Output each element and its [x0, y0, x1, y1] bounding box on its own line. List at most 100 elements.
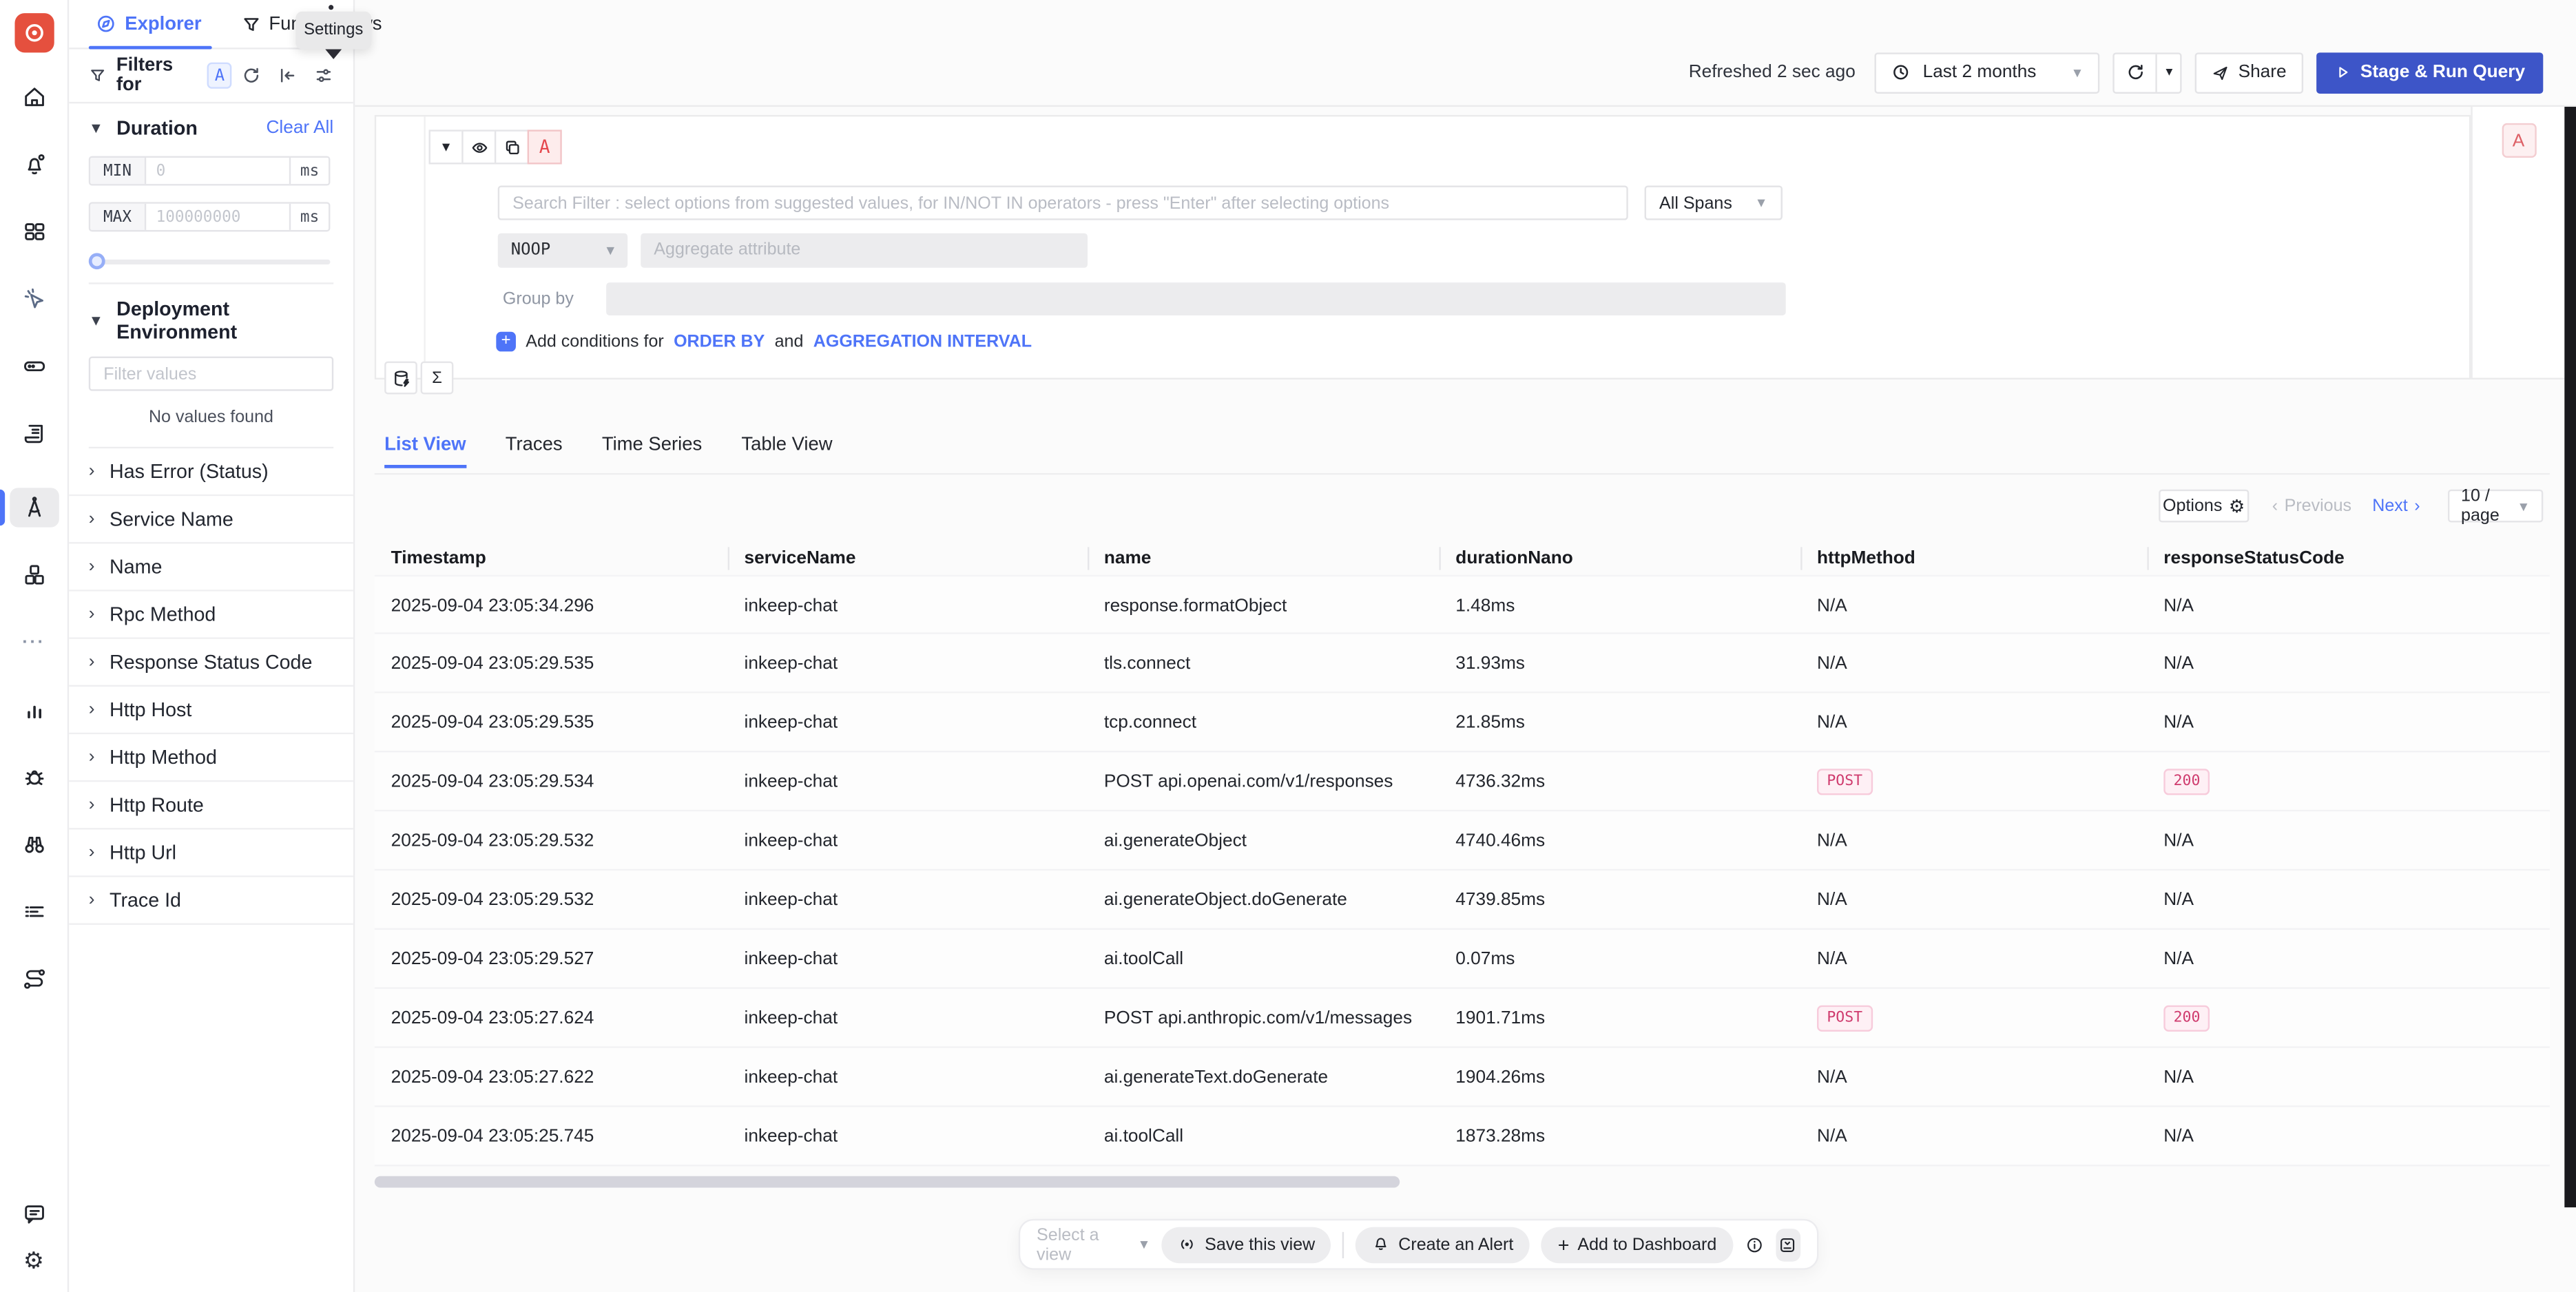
add-to-dashboard-button[interactable]: + Add to Dashboard: [1541, 1227, 1733, 1262]
collapse-query-button[interactable]: ▼: [429, 129, 464, 164]
info-icon[interactable]: [1745, 1234, 1765, 1254]
filter-section-http-route[interactable]: › Http Route: [69, 782, 353, 829]
collapse-sidebar-icon[interactable]: [278, 65, 298, 85]
signoz-traces-explorer: ··· ⚙ Explorer Funnels Views Settings: [0, 0, 2576, 1292]
filter-section-http-method[interactable]: › Http Method: [69, 734, 353, 782]
plus-icon[interactable]: +: [496, 332, 516, 352]
slider-track: [89, 259, 331, 264]
table-row[interactable]: 2025-09-04 23:05:34.296 inkeep-chat resp…: [375, 575, 2550, 634]
page-size-select[interactable]: 10 / page ▼: [2448, 490, 2543, 523]
previous-page-button[interactable]: ‹Previous: [2272, 490, 2351, 523]
table-body: 2025-09-04 23:05:34.296 inkeep-chat resp…: [375, 575, 2550, 1167]
table-row[interactable]: 2025-09-04 23:05:29.532 inkeep-chat ai.g…: [375, 811, 2550, 871]
table-row[interactable]: 2025-09-04 23:05:27.622 inkeep-chat ai.g…: [375, 1048, 2550, 1107]
select-view-dropdown[interactable]: Select a view ▼: [1037, 1225, 1150, 1264]
filter-section-http-host[interactable]: › Http Host: [69, 687, 353, 734]
chevron-down-icon[interactable]: ▼: [89, 313, 103, 327]
duration-max-input[interactable]: [146, 204, 289, 230]
save-view-button[interactable]: Save this view: [1162, 1227, 1331, 1262]
feedback-chat-icon[interactable]: [21, 1201, 47, 1227]
refresh-button[interactable]: [2115, 54, 2157, 92]
more-dots-icon[interactable]: ···: [22, 629, 45, 656]
cell-responsestatuscode: N/A: [2163, 576, 2194, 636]
traces-compass-icon[interactable]: [9, 488, 59, 527]
deployment-filter-input[interactable]: [89, 357, 333, 391]
filter-section-rpc-method[interactable]: › Rpc Method: [69, 592, 353, 639]
database-bolt-icon: [390, 367, 411, 388]
formula-sigma-button[interactable]: Σ: [421, 362, 454, 395]
slider-handle[interactable]: [89, 253, 105, 269]
table-row[interactable]: 2025-09-04 23:05:29.535 inkeep-chat tcp.…: [375, 694, 2550, 753]
infrastructure-server-icon[interactable]: [21, 353, 47, 379]
filter-section-response-status-code[interactable]: › Response Status Code: [69, 639, 353, 687]
duration-min-input[interactable]: [146, 158, 289, 184]
tab-table-view[interactable]: Table View: [741, 435, 832, 468]
page-scrollbar[interactable]: [2564, 107, 2576, 1207]
table-row[interactable]: 2025-09-04 23:05:29.535 inkeep-chat tls.…: [375, 634, 2550, 694]
duration-min-row: MIN ms: [89, 156, 331, 186]
create-alert-button[interactable]: Create an Alert: [1355, 1227, 1530, 1262]
alerts-bell-icon[interactable]: [21, 151, 47, 177]
order-by-link[interactable]: ORDER BY: [674, 332, 765, 352]
clone-query-button[interactable]: [495, 129, 529, 164]
next-page-button[interactable]: Next›: [2372, 490, 2420, 523]
home-icon[interactable]: [21, 84, 47, 110]
tab-time-series[interactable]: Time Series: [602, 435, 702, 468]
table-row[interactable]: 2025-09-04 23:05:29.532 inkeep-chat ai.g…: [375, 871, 2550, 930]
signoz-logo-icon[interactable]: [14, 13, 53, 52]
aggregate-operator-select[interactable]: NOOP ▼: [498, 233, 627, 268]
dashboards-grid-icon[interactable]: [21, 218, 47, 244]
query-a-badge[interactable]: A: [208, 63, 232, 89]
settings-gear-icon[interactable]: ⚙: [23, 1247, 44, 1273]
refresh-dropdown-button[interactable]: ▼: [2156, 54, 2181, 92]
table-row[interactable]: 2025-09-04 23:05:25.745 inkeep-chat ai.t…: [375, 1107, 2550, 1167]
query-visibility-eye-icon[interactable]: [461, 129, 496, 164]
max-unit: ms: [289, 204, 329, 230]
search-filter-input[interactable]: [498, 186, 1628, 220]
logs-scroll-icon[interactable]: [21, 421, 47, 447]
group-by-label: Group by: [503, 282, 574, 315]
span-scope-select[interactable]: All Spans ▼: [1645, 186, 1783, 220]
integrations-cubes-icon[interactable]: [21, 562, 47, 588]
explore-binoculars-icon[interactable]: [21, 831, 47, 857]
sync-filters-icon[interactable]: [242, 65, 262, 85]
panel-a-badge[interactable]: A: [2501, 123, 2535, 158]
horizontal-scrollbar[interactable]: [375, 1176, 1400, 1188]
metrics-chart-icon[interactable]: [21, 696, 47, 722]
filter-settings-icon[interactable]: [314, 65, 334, 85]
filters-sidebar: Explorer Funnels Views Settings Filters …: [69, 0, 355, 1292]
filter-section-name[interactable]: › Name: [69, 544, 353, 592]
aggregation-interval-link[interactable]: AGGREGATION INTERVAL: [813, 332, 1032, 352]
pipelines-lines-icon[interactable]: [21, 899, 47, 925]
time-range-picker[interactable]: Last 2 months ▼: [1875, 52, 2100, 93]
tab-traces[interactable]: Traces: [506, 435, 563, 468]
onboarding-cursor-icon[interactable]: [21, 286, 47, 312]
table-row[interactable]: 2025-09-04 23:05:29.534 inkeep-chat POST…: [375, 752, 2550, 811]
query-builder-db-icon[interactable]: [384, 362, 417, 395]
tab-explorer[interactable]: Explorer: [95, 0, 201, 48]
cell-responsestatuscode: N/A: [2163, 1107, 2194, 1167]
share-button[interactable]: Share: [2196, 52, 2303, 93]
filter-section-label: Has Error (Status): [110, 460, 269, 483]
clear-all-link[interactable]: Clear All: [266, 118, 333, 138]
filter-section-has-error-status-[interactable]: › Has Error (Status): [69, 448, 353, 496]
tab-list-view[interactable]: List View: [384, 435, 466, 468]
chevron-down-icon[interactable]: ▼: [89, 121, 103, 135]
stage-run-query-button[interactable]: Stage & Run Query: [2316, 52, 2544, 93]
shortcuts-keyboard-icon[interactable]: [1776, 1228, 1800, 1261]
filter-section-http-url[interactable]: › Http Url: [69, 830, 353, 877]
filter-section-service-name[interactable]: › Service Name: [69, 496, 353, 543]
add-to-dashboard-label: Add to Dashboard: [1577, 1234, 1716, 1254]
chevron-down-icon: ▼: [2070, 65, 2084, 79]
query-name-badge[interactable]: A: [528, 129, 562, 164]
options-button[interactable]: Options ⚙: [2159, 490, 2249, 523]
chevron-down-icon: ▼: [1138, 1237, 1151, 1251]
table-row[interactable]: 2025-09-04 23:05:27.624 inkeep-chat POST…: [375, 989, 2550, 1048]
chevron-right-icon: ›: [89, 462, 95, 480]
filter-section-trace-id[interactable]: › Trace Id: [69, 877, 353, 925]
routes-flow-icon[interactable]: [21, 966, 47, 992]
time-range-label: Last 2 months: [1923, 63, 2037, 83]
exceptions-bug-icon[interactable]: [21, 764, 47, 790]
duration-slider[interactable]: [89, 253, 331, 269]
table-row[interactable]: 2025-09-04 23:05:29.527 inkeep-chat ai.t…: [375, 930, 2550, 989]
